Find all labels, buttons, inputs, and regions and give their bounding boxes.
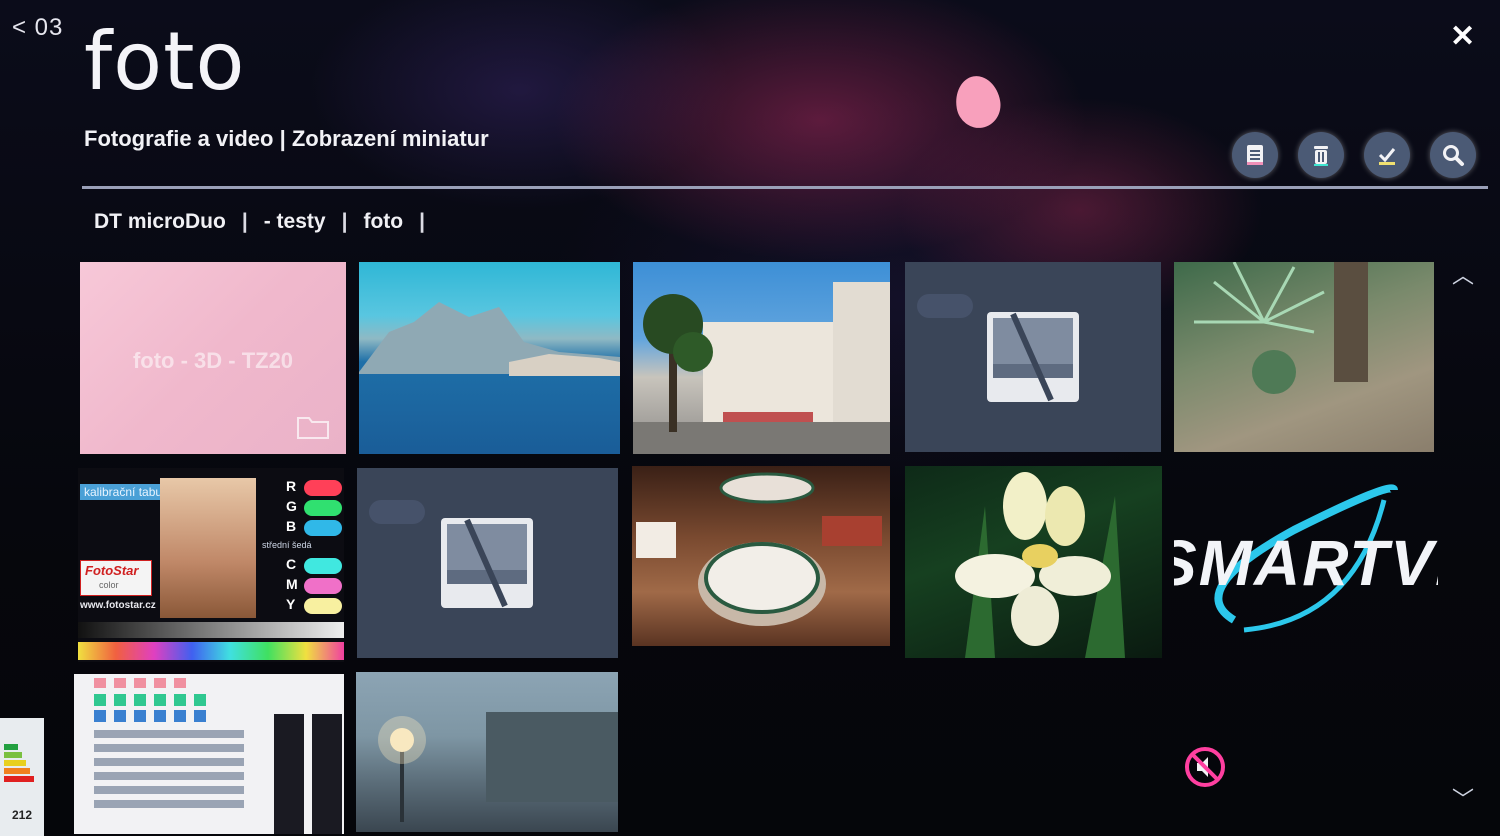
- image-placeholder-icon: [441, 518, 533, 608]
- delete-button[interactable]: [1298, 132, 1344, 178]
- photo-yucca-tree[interactable]: [1174, 262, 1434, 452]
- mute-icon: [1185, 747, 1225, 787]
- swatch-c: [304, 558, 342, 574]
- swatch-r: [304, 480, 342, 496]
- hotel-scene: [633, 282, 890, 454]
- rainbow-bar: [78, 642, 344, 660]
- swatch-b: [304, 520, 342, 536]
- energy-value: 212: [12, 808, 33, 822]
- photo-hotel-palms[interactable]: [633, 262, 890, 454]
- page-subtitle: Fotografie a video | Zobrazení miniatur: [84, 126, 489, 151]
- placeholder-cloud: [369, 500, 425, 524]
- trash-icon: [1314, 146, 1328, 166]
- smartview-logo-text: SMARTVIEW: [1174, 527, 1438, 599]
- select-button[interactable]: [1364, 132, 1410, 178]
- yucca-scene: [1194, 262, 1368, 394]
- calibration-url: www.fotostar.cz: [80, 600, 156, 611]
- fotostar-brand-sub: color: [99, 580, 119, 590]
- list-icon: [1247, 145, 1263, 165]
- fotostar-logo: FotoStar color: [80, 560, 152, 596]
- energy-bar-lightgreen: [4, 752, 22, 758]
- fog-scene: [378, 712, 618, 822]
- row-label-m: M: [286, 576, 298, 592]
- breadcrumb-separator: |: [419, 210, 426, 233]
- list-view-button[interactable]: [1232, 132, 1278, 178]
- page-title: foto: [84, 15, 246, 108]
- row-label-c: C: [286, 556, 297, 572]
- folder-icon: [297, 417, 329, 439]
- swatch-y: [304, 598, 342, 614]
- check-icon: [1378, 148, 1396, 165]
- smartview-logo-tile[interactable]: SMARTVIEW: [1174, 470, 1438, 640]
- row-label-r: R: [286, 478, 297, 494]
- gray-label: střední šedá: [262, 540, 312, 550]
- energy-bar-yellow: [4, 760, 26, 766]
- sink-scene: [636, 472, 882, 626]
- search-icon: [1443, 145, 1464, 166]
- row-label-y: Y: [286, 596, 296, 612]
- breadcrumb-item-testy[interactable]: - testy: [264, 210, 326, 234]
- close-icon[interactable]: ✕: [1450, 22, 1475, 52]
- swatch-g: [304, 500, 342, 516]
- image-placeholder-tile[interactable]: [357, 468, 618, 658]
- photo-calibration-chart[interactable]: kalibrační tabulka FotoStar color www.fo…: [78, 468, 344, 662]
- iris-scene: [955, 472, 1125, 658]
- calibration-photo: [160, 478, 256, 618]
- photo-iris-flower[interactable]: [905, 466, 1162, 658]
- breadcrumb-item-device[interactable]: DT microDuo: [94, 210, 226, 234]
- energy-bar-green: [4, 744, 18, 750]
- image-placeholder-tile[interactable]: [905, 262, 1161, 452]
- energy-bar-orange: [4, 768, 30, 774]
- lake-scene: [359, 302, 620, 376]
- folder-label: foto - 3D - TZ20: [132, 348, 294, 373]
- test-chart-grid: [94, 678, 342, 834]
- photo-color-test-chart[interactable]: [74, 674, 344, 834]
- photo-foggy-garden[interactable]: [356, 672, 618, 832]
- breadcrumb-separator: |: [241, 210, 248, 233]
- energy-label-sticker: 212: [0, 718, 44, 836]
- breadcrumb-separator: |: [341, 210, 348, 233]
- gray-gradient-bar: [78, 622, 344, 638]
- fotostar-brand: FotoStar: [85, 563, 139, 578]
- energy-bar-red: [4, 776, 34, 782]
- back-button[interactable]: < 03: [12, 14, 63, 42]
- search-button[interactable]: [1430, 132, 1476, 178]
- header-divider: [82, 186, 1488, 189]
- breadcrumb: DT microDuo | - testy | foto |: [94, 210, 441, 234]
- placeholder-cloud: [917, 294, 973, 318]
- row-label-b: B: [286, 518, 297, 534]
- image-placeholder-icon: [987, 312, 1079, 402]
- breadcrumb-item-foto[interactable]: foto: [363, 210, 403, 234]
- chevron-up-icon[interactable]: ︿: [1452, 258, 1474, 290]
- swatch-m: [304, 578, 342, 594]
- row-label-g: G: [286, 498, 297, 514]
- photo-lake-mountains[interactable]: [359, 262, 620, 454]
- folder-tile[interactable]: foto - 3D - TZ20: [80, 262, 346, 454]
- chevron-down-icon[interactable]: ﹀: [1452, 782, 1474, 814]
- photo-sink-basin[interactable]: [632, 466, 890, 646]
